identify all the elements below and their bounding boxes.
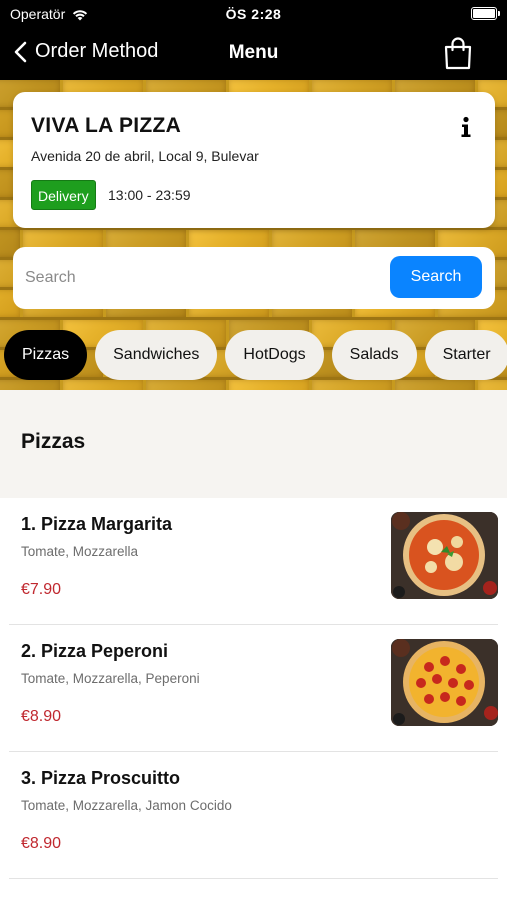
back-button[interactable]: Order Method — [14, 40, 158, 63]
tab-sandwiches[interactable]: Sandwiches — [95, 330, 218, 380]
brick — [146, 380, 226, 390]
restaurant-card: VIVA LA PIZZA Avenida 20 de abril, Local… — [13, 92, 495, 228]
item-description: Tomate, Mozzarella, Jamon Cocido — [21, 798, 232, 813]
item-price: €8.90 — [21, 708, 62, 725]
battery-icon — [471, 7, 500, 20]
opening-hours: 13:00 - 23:59 — [108, 187, 191, 203]
restaurant-address: Avenida 20 de abril, Local 9, Bulevar — [31, 148, 259, 164]
category-tabs: Pizzas Sandwiches HotDogs Salads Starter — [4, 330, 507, 380]
menu-list: 1. Pizza Margarita Tomate, Mozzarella €7… — [0, 498, 507, 879]
delivery-badge: Delivery — [31, 180, 96, 210]
restaurant-name: VIVA LA PIZZA — [31, 114, 182, 137]
tab-hotdogs[interactable]: HotDogs — [225, 330, 324, 380]
info-icon[interactable] — [459, 116, 473, 138]
brick — [478, 380, 507, 390]
pizza-pepperoni-image — [391, 639, 498, 726]
item-name: 1. Pizza Margarita — [21, 514, 173, 534]
item-name: 3. Pizza Proscuitto — [21, 768, 181, 788]
item-description: Tomate, Mozzarella, Peperoni — [21, 671, 200, 686]
chevron-left-icon — [14, 41, 27, 62]
back-button-label: Order Method — [35, 40, 159, 62]
menu-item[interactable]: 1. Pizza Margarita Tomate, Mozzarella €7… — [9, 498, 498, 625]
restaurant-hero: VIVA LA PIZZA Avenida 20 de abril, Local… — [0, 80, 507, 390]
brick — [395, 380, 475, 390]
item-price: €7.90 — [21, 581, 62, 598]
tab-salads[interactable]: Salads — [331, 330, 417, 380]
section-header: Pizzas — [0, 390, 507, 498]
brick — [63, 380, 143, 390]
item-description: Tomate, Mozzarella — [21, 544, 139, 559]
search-bar: Search — [13, 247, 495, 309]
menu-item[interactable]: 3. Pizza Proscuitto Tomate, Mozzarella, … — [9, 752, 498, 879]
tab-pizzas[interactable]: Pizzas — [4, 330, 88, 380]
brick-row — [0, 380, 507, 390]
brick — [229, 380, 309, 390]
search-input[interactable] — [25, 258, 385, 298]
item-price: €8.90 — [21, 835, 62, 852]
menu-item[interactable]: 2. Pizza Peperoni Tomate, Mozzarella, Pe… — [9, 625, 498, 752]
item-name: 2. Pizza Peperoni — [21, 641, 169, 661]
status-bar: Operatör ÖS 2:28 — [0, 0, 507, 28]
section-title: Pizzas — [21, 430, 86, 453]
brick — [312, 380, 392, 390]
shopping-bag-icon[interactable] — [443, 36, 473, 70]
status-time: ÖS 2:28 — [225, 6, 282, 22]
pizza-margarita-image — [391, 512, 498, 599]
navigation-bar: Order Method Menu — [0, 28, 507, 80]
tab-starter[interactable]: Starter — [424, 330, 507, 380]
search-button[interactable]: Search — [390, 256, 482, 298]
brick — [0, 380, 60, 390]
